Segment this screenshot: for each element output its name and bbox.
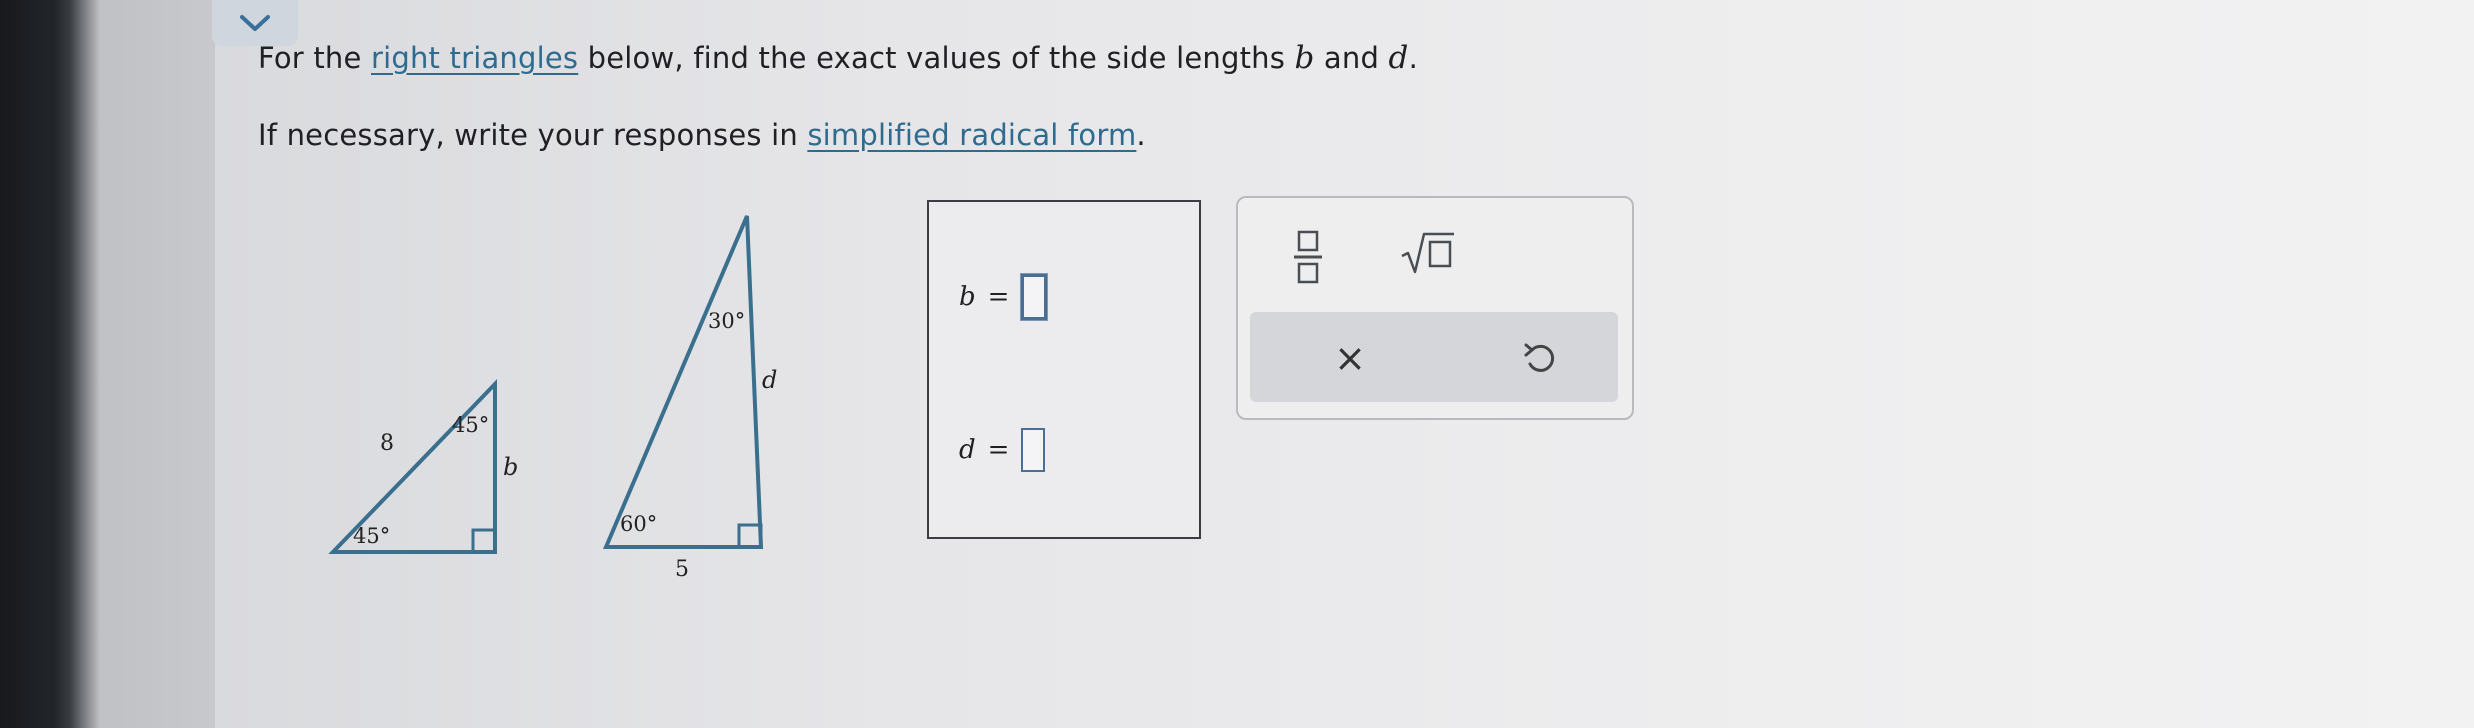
right-angle-marker bbox=[471, 528, 497, 554]
chevron-down-icon bbox=[240, 15, 270, 31]
answer-b-label: b bbox=[959, 282, 976, 312]
math-keypad: × bbox=[1236, 196, 1634, 420]
equals-sign: = bbox=[987, 282, 1010, 312]
left-sidebar bbox=[0, 0, 215, 728]
fraction-icon[interactable] bbox=[1288, 226, 1328, 286]
question-text: For the bbox=[258, 41, 371, 75]
answer-b-input[interactable] bbox=[1021, 274, 1048, 320]
triangle-30-60-90: 30° 60° d 5 bbox=[602, 215, 777, 582]
question-note: If necessary, write your responses in si… bbox=[258, 118, 1146, 152]
question-text: . bbox=[1408, 41, 1418, 75]
base-label-5: 5 bbox=[675, 557, 689, 582]
answer-panel: b = d = bbox=[927, 200, 1201, 539]
angle-top-30: 30° bbox=[708, 309, 745, 333]
question-text: and bbox=[1314, 41, 1389, 75]
angle-top-45: 45° bbox=[452, 413, 489, 437]
side-label-d: d bbox=[762, 366, 777, 394]
note-text: . bbox=[1136, 118, 1146, 152]
note-text: If necessary, write your responses in bbox=[258, 118, 808, 152]
side-label-b: b bbox=[503, 453, 518, 481]
variable-b: b bbox=[1294, 40, 1315, 76]
question-instruction: For the right triangles below, find the … bbox=[258, 40, 1418, 76]
angle-bottom-60: 60° bbox=[620, 512, 657, 536]
answer-d-input[interactable] bbox=[1021, 428, 1046, 472]
triangle-figures: 8 45° 45° b 30° 60° d 5 bbox=[328, 215, 777, 582]
clear-button[interactable]: × bbox=[1330, 338, 1370, 378]
side-label-8: 8 bbox=[380, 431, 394, 456]
answer-d-label: d bbox=[959, 435, 976, 465]
keypad-actions: × bbox=[1250, 312, 1618, 402]
variable-d: d bbox=[1388, 40, 1409, 76]
undo-icon[interactable] bbox=[1520, 338, 1560, 378]
question-text: below, find the exact values of the side… bbox=[578, 41, 1295, 75]
answer-row-b: b = bbox=[959, 274, 1048, 320]
simplified-radical-form-link[interactable]: simplified radical form bbox=[807, 118, 1136, 152]
right-triangles-link[interactable]: right triangles bbox=[371, 41, 578, 75]
equals-sign: = bbox=[987, 435, 1010, 465]
angle-bottom-45: 45° bbox=[353, 524, 390, 548]
answer-row-d: d = bbox=[959, 428, 1046, 472]
right-angle-marker bbox=[737, 523, 763, 549]
sqrt-icon[interactable] bbox=[1398, 228, 1458, 278]
triangle-45-45-90: 8 45° 45° b bbox=[328, 379, 518, 554]
